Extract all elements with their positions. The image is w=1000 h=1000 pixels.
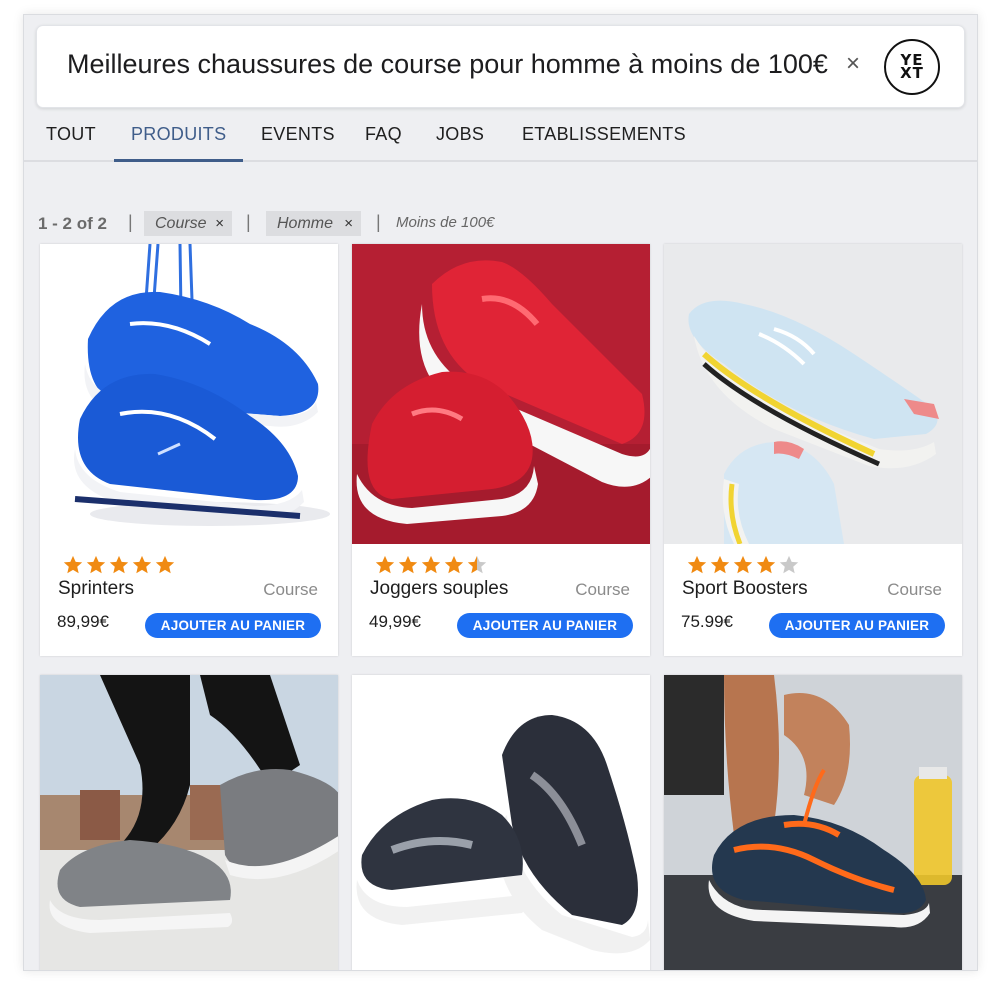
product-category: Course <box>887 580 942 599</box>
star-icon <box>375 555 395 574</box>
star-icon <box>132 555 152 574</box>
star-icon <box>756 555 776 574</box>
star-icon <box>687 555 707 574</box>
product-category: Course <box>263 580 318 599</box>
tab-jobs[interactable]: JOBS <box>436 124 484 145</box>
clear-search-icon[interactable]: × <box>842 52 864 76</box>
filter-chip-label: Course <box>155 215 207 232</box>
product-price: 49,99€ <box>369 612 421 631</box>
remove-filter-icon[interactable]: × <box>215 211 224 236</box>
separator: | <box>128 212 133 232</box>
tab-tout[interactable]: TOUT <box>46 124 96 145</box>
star-icon <box>86 555 106 574</box>
star-icon <box>155 555 175 574</box>
tab-produits[interactable]: PRODUITS <box>131 124 226 145</box>
filter-chip-course: Course × <box>144 211 232 236</box>
product-image-tying-laces[interactable] <box>664 675 962 970</box>
product-name[interactable]: Sprinters <box>58 578 134 600</box>
separator: | <box>376 212 381 232</box>
search-bar[interactable]: Meilleures chaussures de course pour hom… <box>36 25 965 108</box>
product-image-red-shoes[interactable] <box>352 244 650 544</box>
search-query[interactable]: Meilleures chaussures de course pour hom… <box>67 49 828 80</box>
product-card[interactable] <box>40 675 338 970</box>
filter-chip-homme: Homme × <box>266 211 361 236</box>
separator: | <box>246 212 251 232</box>
rating-stars <box>686 554 800 576</box>
star-icon <box>109 555 129 574</box>
active-tab-indicator <box>114 159 243 162</box>
product-card[interactable] <box>664 675 962 970</box>
add-to-cart-button[interactable]: AJOUTER AU PANIER <box>769 613 945 638</box>
filter-text-price: Moins de 100€ <box>396 214 495 231</box>
product-card[interactable]: Joggers souples Course 49,99€ AJOUTER AU… <box>352 244 650 656</box>
tab-faq[interactable]: FAQ <box>365 124 402 145</box>
star-icon <box>398 555 418 574</box>
add-to-cart-button[interactable]: AJOUTER AU PANIER <box>457 613 633 638</box>
product-image-black-white-shoes[interactable] <box>352 675 650 970</box>
star-icon <box>63 555 83 574</box>
logo-text-bottom: XT <box>900 64 924 82</box>
star-icon <box>421 555 441 574</box>
filter-chip-label: Homme <box>277 215 334 232</box>
add-to-cart-button[interactable]: AJOUTER AU PANIER <box>145 613 321 638</box>
app-frame: Meilleures chaussures de course pour hom… <box>23 14 978 971</box>
remove-filter-icon[interactable]: × <box>344 211 353 236</box>
product-category: Course <box>575 580 630 599</box>
product-name[interactable]: Joggers souples <box>370 578 508 600</box>
yext-logo: YE XT <box>884 39 940 95</box>
product-image-runner-grey-shoes[interactable] <box>40 675 338 970</box>
applied-filters: 1 - 2 of 2 | Course × | Homme × | Moins … <box>24 211 977 241</box>
product-name[interactable]: Sport Boosters <box>682 578 808 600</box>
tab-etablissements[interactable]: ETABLISSEMENTS <box>522 124 686 145</box>
results-count: 1 - 2 of 2 <box>38 214 107 233</box>
star-icon <box>444 555 464 574</box>
product-price: 89,99€ <box>57 612 109 631</box>
rating-stars <box>374 554 488 576</box>
star-icon <box>710 555 730 574</box>
product-image-white-blue-shoes[interactable] <box>664 244 962 544</box>
vertical-tabs: TOUT PRODUITS EVENTS FAQ JOBS ETABLISSEM… <box>24 109 977 162</box>
product-card[interactable]: Sprinters Course 89,99€ AJOUTER AU PANIE… <box>40 244 338 656</box>
tab-events[interactable]: EVENTS <box>261 124 335 145</box>
star-icon <box>467 555 487 574</box>
product-price: 75.99€ <box>681 612 733 631</box>
star-icon <box>733 555 753 574</box>
star-icon <box>779 555 799 574</box>
product-image-blue-shoes[interactable] <box>40 244 338 544</box>
rating-stars <box>62 554 176 576</box>
product-card[interactable]: Sport Boosters Course 75.99€ AJOUTER AU … <box>664 244 962 656</box>
product-card[interactable] <box>352 675 650 970</box>
